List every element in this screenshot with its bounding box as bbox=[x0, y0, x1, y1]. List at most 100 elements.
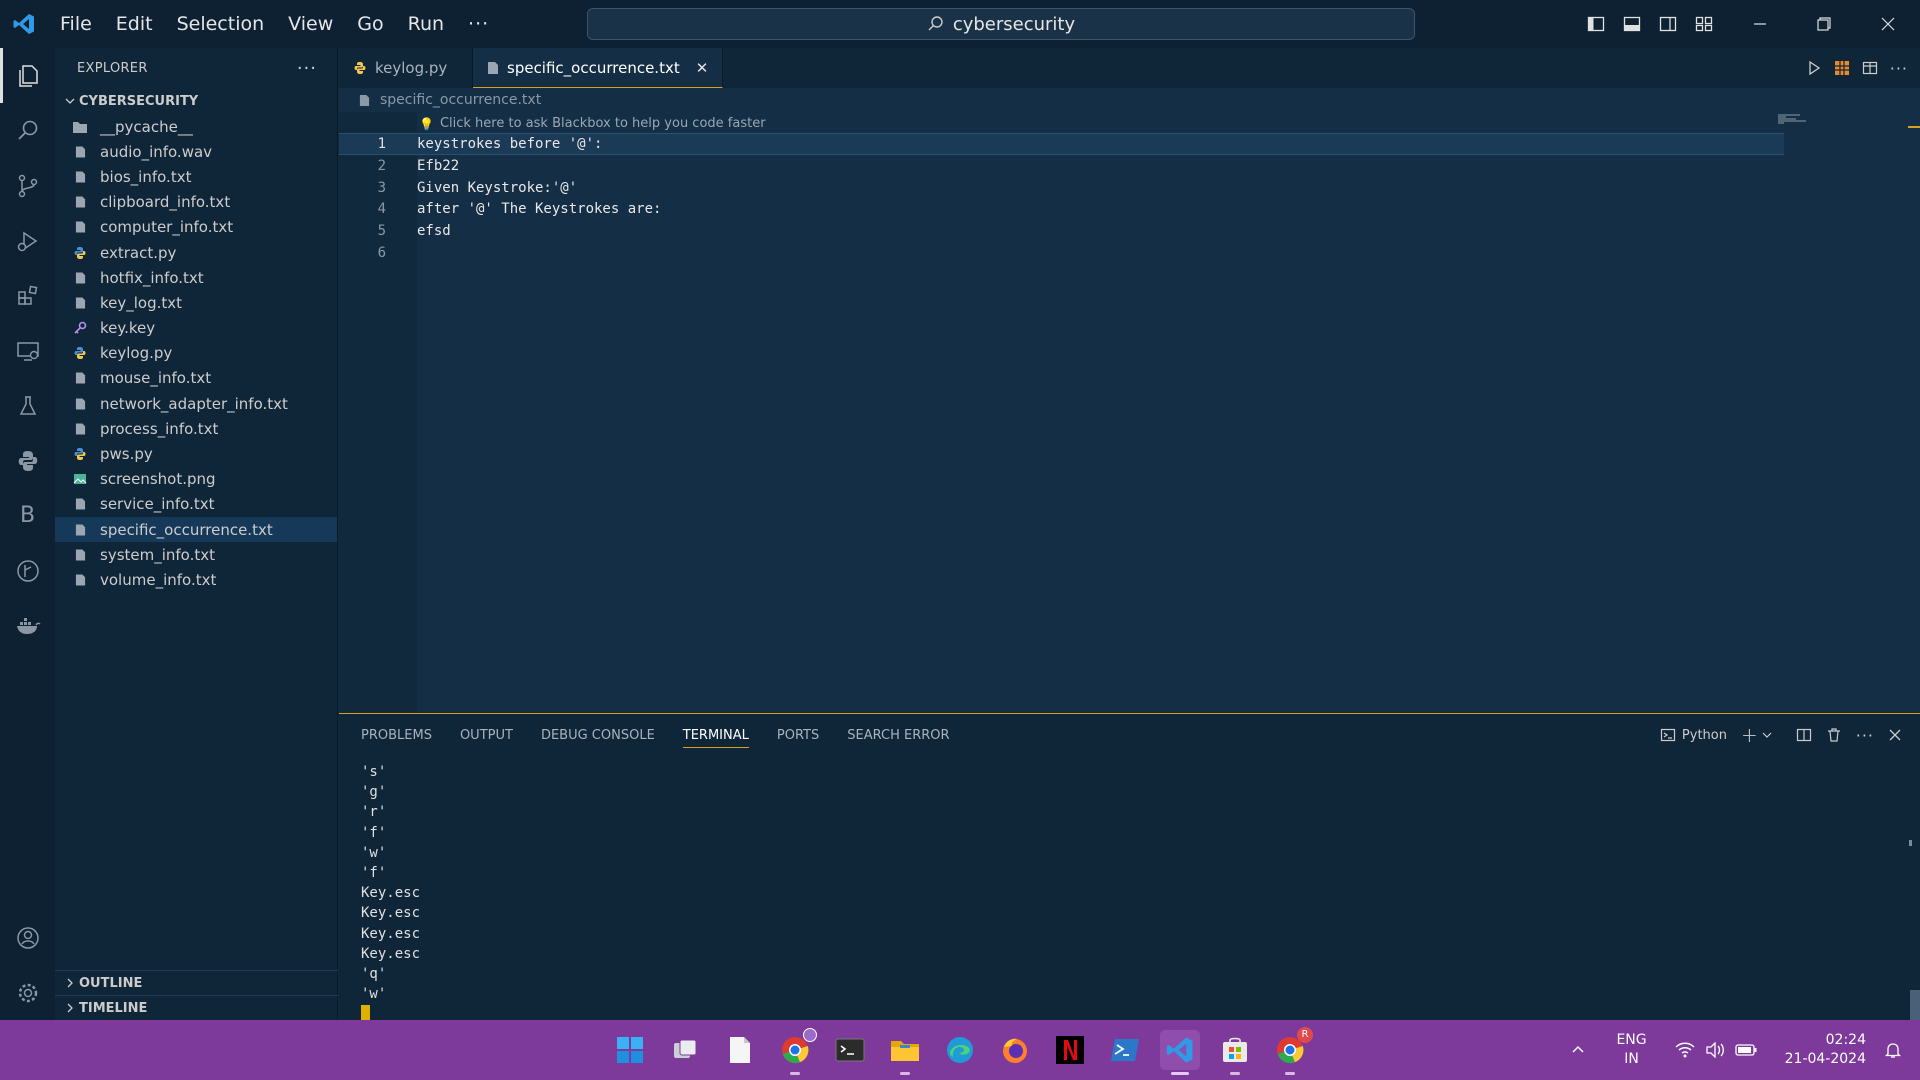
customize-layout-icon[interactable] bbox=[1686, 0, 1722, 48]
start-menu-icon[interactable] bbox=[610, 1030, 650, 1070]
extensions-icon[interactable] bbox=[0, 268, 55, 323]
file-item[interactable]: key_log.txt bbox=[55, 290, 337, 315]
explorer-icon[interactable] bbox=[0, 48, 55, 103]
breadcrumb-file[interactable]: specific_occurrence.txt bbox=[380, 92, 541, 108]
close-window-icon[interactable] bbox=[1856, 0, 1920, 48]
file-explorer-icon[interactable] bbox=[885, 1030, 925, 1075]
code-line[interactable]: 5 efsd bbox=[339, 220, 1784, 242]
command-center-search[interactable]: cybersecurity bbox=[587, 8, 1415, 40]
file-item[interactable]: service_info.txt bbox=[55, 492, 337, 517]
run-file-icon[interactable] bbox=[1806, 60, 1822, 76]
more-menu-button[interactable]: ··· bbox=[456, 13, 501, 35]
accounts-icon[interactable] bbox=[0, 910, 55, 965]
notification-bell-icon[interactable] bbox=[1884, 1041, 1902, 1059]
file-item[interactable]: extract.py bbox=[55, 240, 337, 265]
trash-icon[interactable] bbox=[1826, 727, 1842, 743]
code-line[interactable]: 1 keystrokes before '@': bbox=[339, 133, 1784, 155]
file-item[interactable]: network_adapter_info.txt bbox=[55, 391, 337, 416]
vscode-taskbar-icon[interactable] bbox=[1160, 1030, 1200, 1075]
powershell-icon[interactable] bbox=[1105, 1030, 1145, 1070]
more-actions-icon[interactable]: ··· bbox=[1890, 59, 1908, 78]
tab-specific-occurrence[interactable]: specific_occurrence.txt ✕ bbox=[473, 48, 724, 88]
file-item[interactable]: screenshot.png bbox=[55, 467, 337, 492]
blackbox-hint[interactable]: 💡 Click here to ask Blackbox to help you… bbox=[419, 116, 766, 131]
git-graph-icon[interactable] bbox=[0, 543, 55, 598]
testing-flask-icon[interactable] bbox=[0, 378, 55, 433]
panel-tab-problems[interactable]: PROBLEMS bbox=[361, 728, 432, 743]
microsoft-store-icon[interactable] bbox=[1215, 1030, 1255, 1075]
chevron-down-icon[interactable] bbox=[1762, 730, 1772, 740]
python-icon[interactable] bbox=[0, 433, 55, 488]
restore-icon[interactable] bbox=[1792, 0, 1856, 48]
netflix-icon[interactable] bbox=[1050, 1030, 1090, 1070]
code-line[interactable]: 2 Efb22 bbox=[339, 155, 1784, 177]
panel-tab-ports[interactable]: PORTS bbox=[777, 728, 819, 743]
tray-icons[interactable] bbox=[1675, 1042, 1757, 1058]
run-debug-icon[interactable] bbox=[0, 213, 55, 268]
firefox-icon[interactable] bbox=[995, 1030, 1035, 1070]
file-item[interactable]: hotfix_info.txt bbox=[55, 265, 337, 290]
menu-run[interactable]: Run bbox=[396, 13, 456, 35]
timeline-section[interactable]: TIMELINE bbox=[55, 995, 338, 1020]
terminal-scrollbar[interactable] bbox=[1910, 990, 1920, 1020]
show-hidden-icons-chevron-icon[interactable] bbox=[1570, 1042, 1586, 1058]
code-line[interactable]: 4 after '@' The Keystrokes are: bbox=[339, 198, 1784, 220]
file-item[interactable]: pws.py bbox=[55, 441, 337, 466]
split-terminal-icon[interactable] bbox=[1796, 727, 1812, 743]
code-editor[interactable]: 💡 Click here to ask Blackbox to help you… bbox=[339, 112, 1920, 712]
file-item[interactable]: bios_info.txt bbox=[55, 164, 337, 189]
close-tab-icon[interactable]: ✕ bbox=[696, 59, 709, 77]
task-view-icon[interactable] bbox=[665, 1030, 705, 1070]
panel-tab-search-error[interactable]: SEARCH ERROR bbox=[847, 728, 949, 743]
folder-section-cybersecurity[interactable]: CYBERSECURITY bbox=[55, 88, 337, 114]
menu-edit[interactable]: Edit bbox=[104, 13, 165, 35]
file-item[interactable]: specific_occurrence.txt bbox=[55, 517, 337, 543]
menu-go[interactable]: Go bbox=[345, 13, 395, 35]
menu-view[interactable]: View bbox=[276, 13, 345, 35]
preview-grid-icon[interactable] bbox=[1834, 60, 1850, 76]
close-panel-icon[interactable] bbox=[1888, 728, 1902, 742]
file-item[interactable]: keylog.py bbox=[55, 341, 337, 366]
input-language[interactable]: ENG IN bbox=[1616, 1031, 1646, 1069]
menu-selection[interactable]: Selection bbox=[165, 13, 277, 35]
menu-file[interactable]: File bbox=[48, 13, 104, 35]
file-item[interactable]: volume_info.txt bbox=[55, 567, 337, 592]
minimize-icon[interactable] bbox=[1728, 0, 1792, 48]
explorer-more-button[interactable]: ··· bbox=[297, 58, 317, 79]
docker-icon[interactable] bbox=[0, 598, 55, 653]
edge-icon[interactable] bbox=[940, 1030, 980, 1070]
blackbox-b-icon[interactable]: B bbox=[0, 488, 55, 543]
file-item[interactable]: process_info.txt bbox=[55, 416, 337, 441]
toggle-secondary-sidebar-icon[interactable] bbox=[1650, 0, 1686, 48]
panel-tab-output[interactable]: OUTPUT bbox=[460, 728, 513, 743]
terminal-output[interactable]: 's' 'g' 'r' 'f' 'w' 'f' Key.esc Key.esc Key.esc K… bbox=[361, 762, 420, 1025]
terminal-profile[interactable]: Python bbox=[1682, 728, 1727, 743]
remote-explorer-icon[interactable] bbox=[0, 323, 55, 378]
notepad-icon[interactable] bbox=[720, 1030, 760, 1070]
settings-gear-icon[interactable] bbox=[0, 965, 55, 1020]
panel-tab-terminal[interactable]: TERMINAL bbox=[682, 728, 749, 748]
code-line[interactable]: 3 Given Keystroke:'@' bbox=[339, 177, 1784, 199]
file-item[interactable]: computer_info.txt bbox=[55, 215, 337, 240]
outline-section[interactable]: OUTLINE bbox=[55, 970, 338, 995]
file-item[interactable]: key.key bbox=[55, 316, 337, 341]
clock[interactable]: 02:24 21-04-2024 bbox=[1785, 1031, 1866, 1069]
toggle-primary-sidebar-icon[interactable] bbox=[1578, 0, 1614, 48]
terminal-app-icon[interactable] bbox=[830, 1030, 870, 1070]
minimap[interactable] bbox=[1778, 112, 1808, 124]
file-item[interactable]: __pycache__ bbox=[55, 114, 337, 139]
split-editor-icon[interactable] bbox=[1862, 60, 1878, 76]
panel-more-icon[interactable]: ··· bbox=[1856, 726, 1874, 745]
file-item[interactable]: mouse_info.txt bbox=[55, 366, 337, 391]
code-line[interactable]: 6 bbox=[339, 242, 1784, 264]
chrome-profile-icon[interactable]: R bbox=[1270, 1027, 1313, 1075]
file-item[interactable]: audio_info.wav bbox=[55, 139, 337, 164]
file-item[interactable]: clipboard_info.txt bbox=[55, 190, 337, 215]
panel-tab-debug-console[interactable]: DEBUG CONSOLE bbox=[541, 728, 655, 743]
chrome-icon[interactable] bbox=[775, 1028, 817, 1075]
tab-keylog-py[interactable]: keylog.py bbox=[339, 48, 473, 88]
file-item[interactable]: system_info.txt bbox=[55, 542, 337, 567]
new-terminal-icon[interactable]: + bbox=[1741, 723, 1758, 747]
toggle-panel-icon[interactable] bbox=[1614, 0, 1650, 48]
source-control-icon[interactable] bbox=[0, 158, 55, 213]
